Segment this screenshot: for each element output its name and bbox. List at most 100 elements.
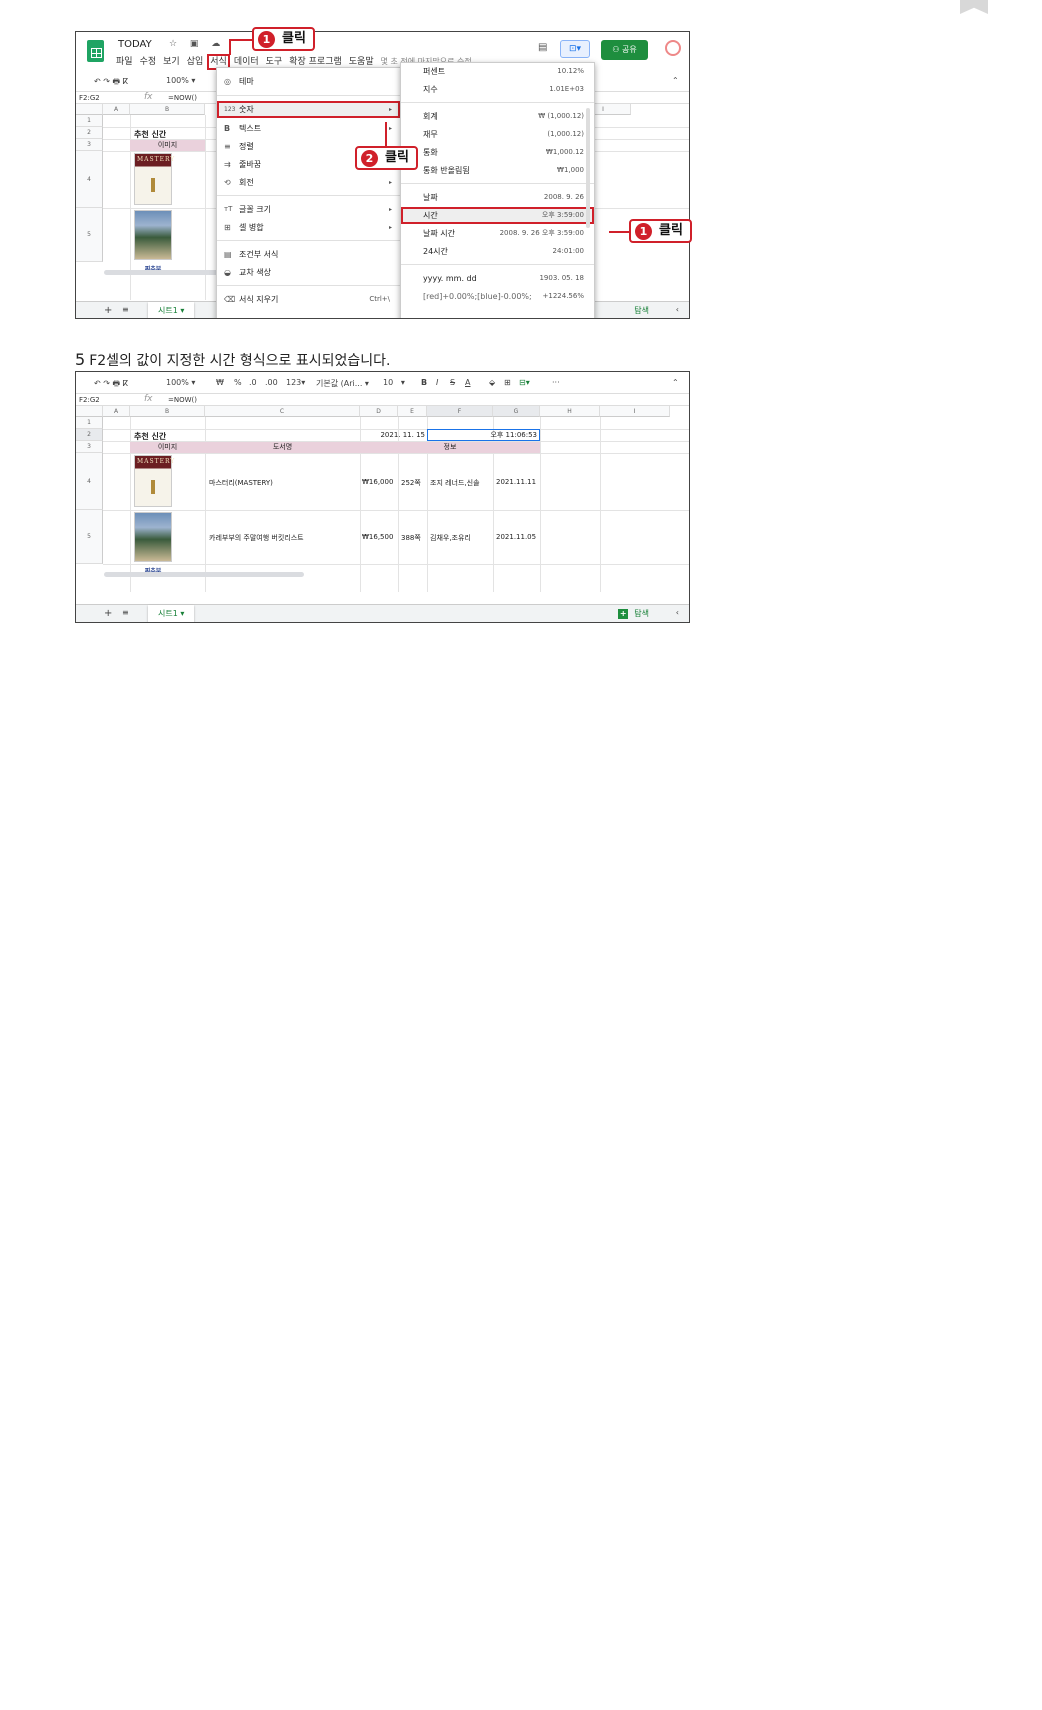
menu-insert[interactable]: 삽입 xyxy=(187,57,204,67)
cell-c4[interactable]: 마스터리(MASTERY) xyxy=(209,478,273,488)
menu-edit[interactable]: 수정 xyxy=(140,57,157,67)
format-menu-merge[interactable]: ⊞ 셀 병합 ▸ xyxy=(217,219,400,236)
col-header-b[interactable]: B xyxy=(130,406,205,417)
format-menu-clear[interactable]: ⌫ 서식 지우기 Ctrl+\ xyxy=(217,291,400,308)
horizontal-scrollbar[interactable] xyxy=(104,572,304,577)
sheet-grid[interactable]: A B C D E F G H I 1 2 3 4 5 추천 신간 2021. … xyxy=(76,406,689,603)
currency-button[interactable]: ₩ xyxy=(216,378,224,387)
format-menu-number[interactable]: 123 숫자 ▸ xyxy=(217,101,400,118)
cell-b2[interactable]: 추천 신간 xyxy=(134,129,166,140)
zoom-select[interactable]: 100% ▾ xyxy=(166,378,195,387)
comment-icon[interactable]: ▤ xyxy=(538,42,547,53)
col-header-d[interactable]: D xyxy=(360,406,398,417)
percent-button[interactable]: % xyxy=(234,378,242,387)
undo-redo-print-icons[interactable]: ↶ ↷ 🖶 ⴽ xyxy=(94,76,128,90)
number-scientific[interactable]: 지수 1.01E+03 xyxy=(401,81,594,98)
add-sheet-button[interactable]: + xyxy=(104,608,112,619)
col-header-a[interactable]: A xyxy=(103,104,130,115)
menu-data[interactable]: 데이터 xyxy=(234,57,259,67)
present-button[interactable]: ⊡▾ xyxy=(560,40,590,58)
cell-g5[interactable]: 2021.11.05 xyxy=(496,533,536,541)
cell-d5[interactable]: ₩16,500 xyxy=(362,533,393,541)
tab-sheet1[interactable]: 시트1 ▾ xyxy=(148,605,195,622)
name-box[interactable]: F2:G2 xyxy=(79,396,100,404)
format-menu-text[interactable]: B 텍스트 ▸ xyxy=(217,120,400,137)
row-header-4[interactable]: 4 xyxy=(76,151,103,208)
row-header-1[interactable]: 1 xyxy=(76,115,103,127)
cell-g4[interactable]: 2021.11.11 xyxy=(496,478,536,486)
formula-input[interactable]: =NOW() xyxy=(168,396,197,404)
col-header-e[interactable]: E xyxy=(398,406,427,417)
number-time[interactable]: 시간 오후 3:59:00 xyxy=(401,207,594,224)
merge-cells-icon[interactable]: ⊟▾ xyxy=(519,378,530,387)
cell-b3[interactable]: 이미지 xyxy=(130,442,205,453)
number-currency-rounded[interactable]: 통화 반올림됨 ₩1,000 xyxy=(401,162,594,179)
menu-tools[interactable]: 도구 xyxy=(266,57,283,67)
borders-icon[interactable]: ⊞ xyxy=(504,378,511,387)
all-sheets-button[interactable]: ≡ xyxy=(122,305,129,314)
row-header-3[interactable]: 3 xyxy=(76,441,103,453)
number-accounting[interactable]: 회계 ₩ (1,000.12) xyxy=(401,108,594,125)
row-header-2[interactable]: 2 xyxy=(76,127,103,139)
format-menu-alternating[interactable]: ◒ 교차 색상 xyxy=(217,264,400,281)
number-duration[interactable]: 24시간 24:01:00 xyxy=(401,243,594,260)
tab-sheet1[interactable]: 시트1 ▾ xyxy=(148,302,195,318)
number-financial[interactable]: 재무 (1,000.12) xyxy=(401,126,594,143)
number-date[interactable]: 날짜 2008. 9. 26 xyxy=(401,189,594,206)
document-title[interactable]: TODAY xyxy=(118,39,152,50)
name-box[interactable]: F2:G2 xyxy=(79,94,100,102)
cell-d3[interactable]: 정보 xyxy=(360,442,540,453)
col-header-h[interactable]: H xyxy=(540,406,600,417)
menu-file[interactable]: 파일 xyxy=(116,57,133,67)
share-button[interactable]: ⚇ 공유 xyxy=(601,40,648,60)
menu-view[interactable]: 보기 xyxy=(163,57,180,67)
fill-color-icon[interactable]: ⬙ xyxy=(489,378,495,387)
format-menu-rotate[interactable]: ⟲ 회전 ▸ xyxy=(217,174,400,191)
row-header-5[interactable]: 5 xyxy=(76,510,103,564)
number-datetime[interactable]: 날짜 시간 2008. 9. 26 오후 3:59:00 xyxy=(401,225,594,242)
number-custom-percent[interactable]: [red]+0.00%;[blue]-0.00%; +1224.56% xyxy=(401,288,594,305)
col-header-f[interactable]: F xyxy=(427,406,493,417)
cell-b2[interactable]: 추천 신간 xyxy=(134,431,166,442)
corner-cell[interactable] xyxy=(76,104,103,115)
row-header-4[interactable]: 4 xyxy=(76,453,103,510)
cell-b3[interactable]: 이미지 xyxy=(130,140,205,151)
italic-button[interactable]: I xyxy=(436,378,438,387)
col-header-g[interactable]: G xyxy=(493,406,540,417)
decrease-decimal-button[interactable]: .0 xyxy=(249,378,257,387)
cell-e5[interactable]: 388쪽 xyxy=(401,533,421,543)
col-header-i[interactable]: I xyxy=(600,406,670,417)
cell-f2-selected[interactable]: 오후 11:06:53 xyxy=(427,429,540,441)
avatar[interactable] xyxy=(665,40,681,56)
number-percent[interactable]: 퍼센트 10.12% xyxy=(401,63,594,80)
format-menu-font-size[interactable]: тT 글꼴 크기 ▸ xyxy=(217,201,400,218)
collapse-icon[interactable]: ⌃ xyxy=(672,378,679,387)
more-formats-button[interactable]: 123▾ xyxy=(286,378,305,387)
cell-e4[interactable]: 252쪽 xyxy=(401,478,421,488)
font-size-select[interactable]: 10 ▾ xyxy=(383,378,405,387)
cell-c3[interactable]: 도서명 xyxy=(205,442,360,453)
text-color-button[interactable]: A xyxy=(465,378,470,387)
row-header-3[interactable]: 3 xyxy=(76,139,103,151)
cell-d2[interactable]: 2021. 11. 15 xyxy=(370,431,425,439)
number-currency[interactable]: 통화 ₩1,000.12 xyxy=(401,144,594,161)
increase-decimal-button[interactable]: .00 xyxy=(265,378,278,387)
cell-c5[interactable]: 카레부부의 주말여행 버킷리스트 xyxy=(209,533,304,543)
zoom-select[interactable]: 100% ▾ xyxy=(166,76,195,85)
number-custom-date[interactable]: yyyy. mm. dd 1903. 05. 18 xyxy=(401,270,594,287)
menu-help[interactable]: 도움말 xyxy=(349,57,374,67)
formula-input[interactable]: =NOW() xyxy=(168,94,197,102)
menu-format[interactable]: 서식 xyxy=(207,54,230,70)
side-panel-toggle[interactable]: ‹ xyxy=(676,608,679,617)
explore-button[interactable]: 탐색 xyxy=(634,305,649,316)
more-options-button[interactable]: ··· xyxy=(552,378,560,387)
cell-f5[interactable]: 김채우,조유리 xyxy=(430,533,471,543)
format-menu-conditional[interactable]: ▤ 조건부 서식 xyxy=(217,246,400,263)
bold-button[interactable]: B xyxy=(421,378,427,387)
row-header-5[interactable]: 5 xyxy=(76,208,103,262)
submenu-scrollbar[interactable] xyxy=(586,108,590,228)
font-select[interactable]: 기본값 (Ari... ▾ xyxy=(316,378,369,389)
undo-redo-print-icons[interactable]: ↶ ↷ 🖶 ⴽ xyxy=(94,378,128,392)
menu-extensions[interactable]: 확장 프로그램 xyxy=(289,57,342,67)
all-sheets-button[interactable]: ≡ xyxy=(122,608,129,617)
